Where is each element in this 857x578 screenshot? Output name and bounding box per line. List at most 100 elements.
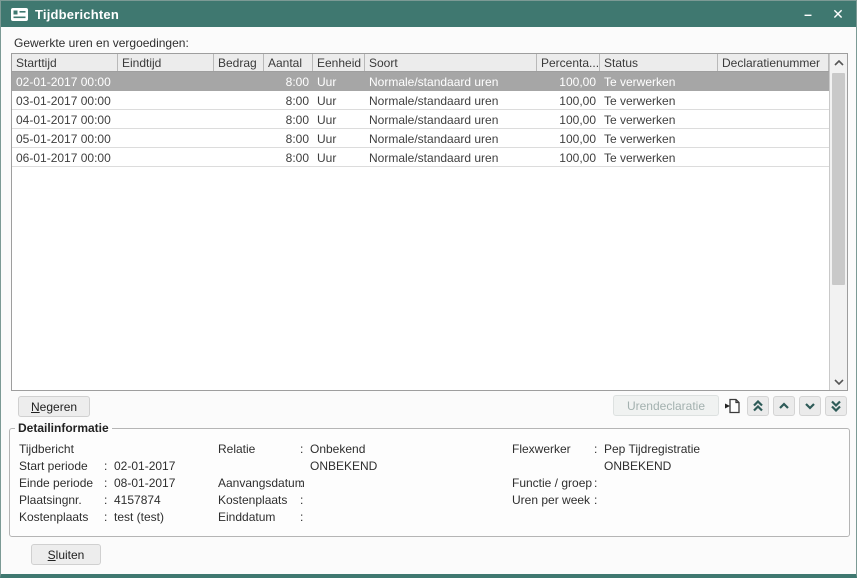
cell-bedrag — [214, 110, 264, 128]
cell-eenheid: Uur — [313, 91, 365, 109]
cell-eindtijd — [118, 110, 214, 128]
cell-percentage: 100,00 — [537, 129, 600, 147]
cell-soort: Normale/standaard uren — [365, 110, 537, 128]
sluiten-button[interactable]: Sluiten — [31, 544, 101, 565]
cell-declaratienummer — [718, 110, 829, 128]
cell-eenheid: Uur — [313, 72, 365, 90]
scrollbar-up-icon[interactable] — [830, 54, 847, 71]
detail-label: Kostenplaats — [218, 492, 300, 509]
scroll-to-top-button[interactable] — [747, 396, 769, 416]
cell-soort: Normale/standaard uren — [365, 148, 537, 166]
detail-label: Flexwerker — [512, 441, 594, 458]
detail-label — [218, 458, 300, 475]
cell-status: Te verwerken — [600, 110, 718, 128]
detail-value — [114, 441, 217, 458]
window-title: Tijdberichten — [35, 7, 119, 22]
detail-label: Uren per week — [512, 492, 594, 509]
table-row[interactable]: 05-01-2017 00:00 8:00 Uur Normale/standa… — [12, 129, 829, 148]
table-row[interactable]: 04-01-2017 00:00 8:00 Uur Normale/standa… — [12, 110, 829, 129]
detail-label: Tijdbericht — [19, 441, 104, 458]
detail-value — [604, 492, 842, 509]
cell-percentage: 100,00 — [537, 91, 600, 109]
urendeclaratie-button[interactable]: Urendeclaratie — [613, 395, 719, 416]
detail-value: 08-01-2017 — [114, 475, 217, 492]
negeren-button[interactable]: Negeren — [18, 396, 90, 417]
page-with-arrow-icon[interactable] — [723, 396, 743, 416]
cell-starttijd: 02-01-2017 00:00 — [12, 72, 118, 90]
col-bedrag[interactable]: Bedrag — [214, 54, 264, 71]
cell-status: Te verwerken — [600, 129, 718, 147]
col-status[interactable]: Status — [600, 54, 718, 71]
detail-label: Einddatum — [218, 509, 300, 526]
previous-row-button[interactable] — [773, 396, 795, 416]
cell-starttijd: 04-01-2017 00:00 — [12, 110, 118, 128]
detail-value: ONBEKEND — [604, 458, 842, 475]
detail-value — [310, 492, 508, 509]
titlebar: Tijdberichten – ✕ — [1, 1, 856, 27]
cell-aantal: 8:00 — [264, 72, 313, 90]
detail-value — [604, 475, 842, 492]
detail-label: Start periode — [19, 458, 104, 475]
scrollbar-thumb[interactable] — [832, 73, 845, 285]
detail-label: Plaatsingnr. — [19, 492, 104, 509]
detail-label: Functie / groep — [512, 475, 594, 492]
detail-value — [310, 475, 508, 492]
table-row[interactable]: 03-01-2017 00:00 8:00 Uur Normale/standa… — [12, 91, 829, 110]
cell-declaratienummer — [718, 129, 829, 147]
table-row[interactable]: 02-01-2017 00:00 8:00 Uur Normale/standa… — [12, 72, 829, 91]
next-row-button[interactable] — [799, 396, 821, 416]
cell-declaratienummer — [718, 148, 829, 166]
list-caption: Gewerkte uren en vergoedingen: — [14, 36, 189, 50]
detail-value: Pep Tijdregistratie — [604, 441, 842, 458]
detail-label: Einde periode — [19, 475, 104, 492]
cell-starttijd: 06-01-2017 00:00 — [12, 148, 118, 166]
cell-percentage: 100,00 — [537, 148, 600, 166]
tijdberichten-window: Tijdberichten – ✕ Gewerkte uren en vergo… — [0, 0, 857, 578]
detail-label: Relatie — [218, 441, 300, 458]
col-eenheid[interactable]: Eenheid — [313, 54, 365, 71]
cell-starttijd: 03-01-2017 00:00 — [12, 91, 118, 109]
table-header-row: Starttijd Eindtijd Bedrag Aantal Eenheid… — [12, 54, 829, 72]
close-icon[interactable]: ✕ — [830, 6, 846, 22]
timesheet-card-icon — [11, 8, 28, 21]
col-soort[interactable]: Soort — [365, 54, 537, 71]
detail-value: ONBEKEND — [310, 458, 508, 475]
cell-soort: Normale/standaard uren — [365, 129, 537, 147]
cell-bedrag — [214, 129, 264, 147]
detail-value — [310, 509, 508, 526]
detail-label: Aanvangsdatum — [218, 475, 300, 492]
cell-bedrag — [214, 148, 264, 166]
cell-status: Te verwerken — [600, 148, 718, 166]
cell-percentage: 100,00 — [537, 72, 600, 90]
worked-hours-table: Starttijd Eindtijd Bedrag Aantal Eenheid… — [11, 53, 848, 391]
table-row[interactable]: 06-01-2017 00:00 8:00 Uur Normale/standa… — [12, 148, 829, 167]
detail-information-panel: Detailinformatie Tijdbericht Start perio… — [9, 421, 850, 537]
table-scrollbar[interactable] — [829, 54, 847, 390]
detail-label: Kostenplaats — [19, 509, 104, 526]
cell-eindtijd — [118, 91, 214, 109]
cell-declaratienummer — [718, 72, 829, 90]
col-starttijd[interactable]: Starttijd — [12, 54, 118, 71]
cell-starttijd: 05-01-2017 00:00 — [12, 129, 118, 147]
cell-soort: Normale/standaard uren — [365, 91, 537, 109]
detail-column-flexwerker: Flexwerker:Pep Tijdregistratie ONBEKEND … — [512, 441, 842, 509]
minimize-icon[interactable]: – — [800, 6, 816, 22]
detail-legend: Detailinformatie — [15, 421, 112, 435]
scroll-to-bottom-button[interactable] — [825, 396, 847, 416]
cell-eindtijd — [118, 148, 214, 166]
col-eindtijd[interactable]: Eindtijd — [118, 54, 214, 71]
col-percentage[interactable]: Percenta... — [537, 54, 600, 71]
cell-bedrag — [214, 72, 264, 90]
cell-aantal: 8:00 — [264, 148, 313, 166]
scrollbar-down-icon[interactable] — [830, 373, 847, 390]
cell-aantal: 8:00 — [264, 91, 313, 109]
col-aantal[interactable]: Aantal — [264, 54, 313, 71]
cell-eenheid: Uur — [313, 129, 365, 147]
detail-value: test (test) — [114, 509, 217, 526]
cell-aantal: 8:00 — [264, 110, 313, 128]
cell-status: Te verwerken — [600, 72, 718, 90]
cell-eindtijd — [118, 72, 214, 90]
col-declaratienummer[interactable]: Declaratienummer — [718, 54, 829, 71]
cell-eenheid: Uur — [313, 148, 365, 166]
cell-eindtijd — [118, 129, 214, 147]
